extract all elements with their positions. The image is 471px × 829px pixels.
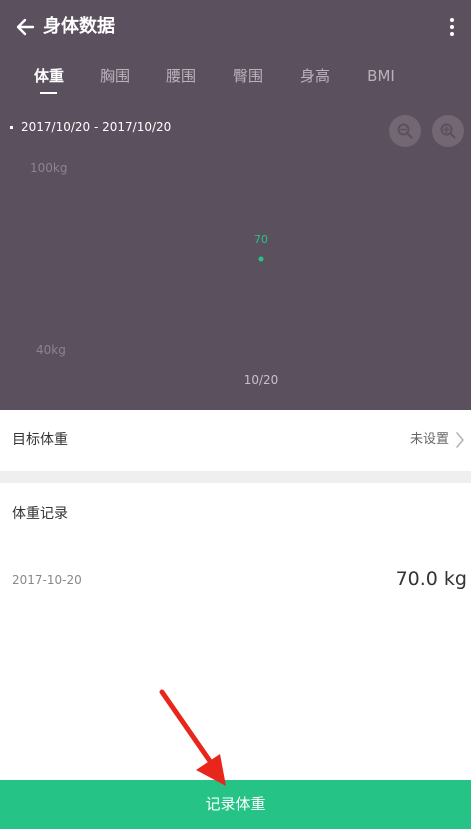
bullet-icon <box>10 125 13 129</box>
app-bar: 身体数据 <box>0 0 471 52</box>
record-date: 2017-10-20 <box>12 573 82 587</box>
tab-hip[interactable]: 臀围 <box>218 60 278 92</box>
section-divider <box>0 471 471 483</box>
annotation-arrow-icon <box>150 684 240 790</box>
more-dot <box>450 25 454 29</box>
y-tick-label: 100kg <box>30 161 67 175</box>
tab-bmi[interactable]: BMI <box>351 60 411 92</box>
record-weight: 70.0 kg <box>395 568 467 590</box>
goal-weight-row[interactable]: 目标体重 未设置 <box>0 410 471 471</box>
y-tick-label: 40kg <box>36 343 66 357</box>
data-point <box>258 256 264 262</box>
weight-chart-plot: 100kg 40kg 10/20 70 <box>30 161 279 387</box>
x-tick-label: 10/20 <box>244 373 279 387</box>
active-tab-indicator <box>40 92 57 94</box>
zoom-in-icon <box>440 123 456 139</box>
tab-weight[interactable]: 体重 <box>19 60 79 92</box>
chevron-right-icon <box>455 431 465 449</box>
header-panel: 身体数据 体重 胸围 腰围 臀围 身高 BMI 2017/10/20 - 201… <box>0 0 471 410</box>
more-options-button[interactable] <box>439 14 465 40</box>
zoom-in-button[interactable] <box>432 115 464 147</box>
goal-weight-value: 未设置 <box>409 432 449 447</box>
zoom-out-button[interactable] <box>389 115 421 147</box>
date-range: 2017/10/20 - 2017/10/20 <box>10 118 171 136</box>
zoom-out-icon <box>397 123 413 139</box>
data-label: 70 <box>254 233 268 246</box>
goal-weight-label: 目标体重 <box>12 432 68 448</box>
measurement-tabs: 体重 胸围 腰围 臀围 身高 BMI <box>0 60 471 100</box>
date-range-text: 2017/10/20 - 2017/10/20 <box>21 120 172 134</box>
records-title: 体重记录 <box>12 506 68 522</box>
tab-waist[interactable]: 腰围 <box>151 60 211 92</box>
back-button[interactable] <box>12 14 38 40</box>
tab-chest[interactable]: 胸围 <box>85 60 145 92</box>
more-vertical-icon <box>450 18 454 22</box>
weight-chart: 100kg 40kg 10/20 70 <box>0 150 471 390</box>
arrow-left-icon <box>16 18 35 36</box>
list-item[interactable]: 2017-10-20 70.0 kg <box>0 563 471 595</box>
more-dot <box>450 32 454 36</box>
page-title: 身体数据 <box>43 16 115 37</box>
tab-height[interactable]: 身高 <box>285 60 345 92</box>
